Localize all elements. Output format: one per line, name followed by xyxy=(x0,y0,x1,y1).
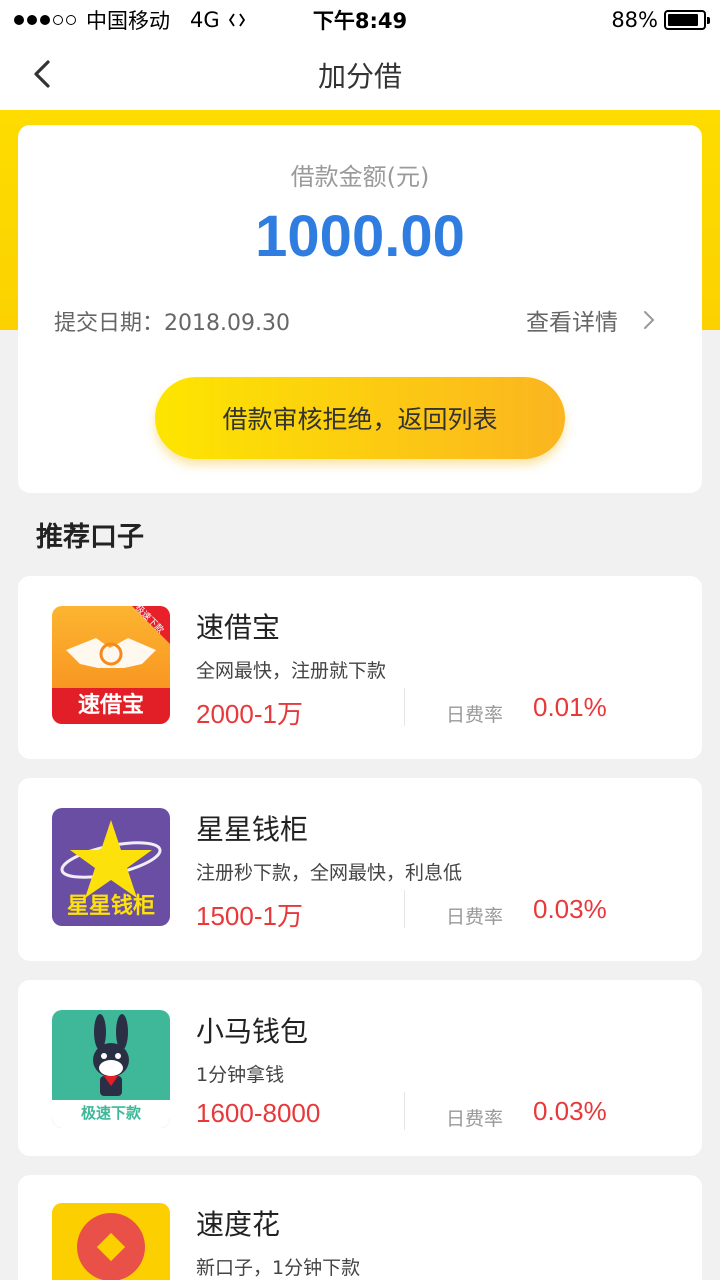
divider xyxy=(404,1092,405,1130)
loan-amount-label: 借款金额(元) xyxy=(290,163,430,191)
logo-text: 星星钱柜 xyxy=(66,894,155,919)
daily-rate-value: 0.03% xyxy=(533,894,607,924)
chevron-right-icon xyxy=(644,311,655,329)
loan-card: 借款金额(元) 1000.00 提交日期：2018.09.30 查看详情 借款审… xyxy=(18,125,702,493)
product-amount-range: 2000-1万 xyxy=(196,699,303,729)
daily-rate-value: 0.03% xyxy=(533,1096,607,1126)
logo-text: 速借宝 xyxy=(77,693,144,718)
product-card[interactable]: 极速下款 小马钱包 1分钟拿钱 1600-8000 日费率 0.03% xyxy=(18,980,702,1156)
divider xyxy=(404,890,405,928)
daily-rate-label: 日费率 xyxy=(446,1108,504,1130)
view-details-label: 查看详情 xyxy=(526,310,618,336)
product-name: 小马钱包 xyxy=(196,1015,309,1048)
product-card[interactable]: 极速下款 速借宝 速借宝 全网最快，注册就下款 2000-1万 日费率 0.01… xyxy=(18,576,702,759)
signal-strength-icon xyxy=(14,15,76,25)
product-desc: 1分钟拿钱 xyxy=(196,1064,285,1086)
product-name: 星星钱柜 xyxy=(196,813,309,846)
battery-fill xyxy=(668,14,698,26)
view-details-link[interactable]: 查看详情 xyxy=(526,303,656,337)
recommend-section-title: 推荐口子 xyxy=(36,522,144,553)
return-to-list-button[interactable]: 借款审核拒绝，返回列表 xyxy=(155,377,565,459)
daily-rate-label: 日费率 xyxy=(446,906,504,928)
product-name: 速度花 xyxy=(196,1208,281,1241)
carrier-name: 中国移动 xyxy=(86,9,170,33)
daily-rate-value: 0.01% xyxy=(533,692,607,722)
status-left: 中国移动 4G xyxy=(14,5,246,35)
daily-rate-label: 日费率 xyxy=(446,704,504,726)
product-name: 速借宝 xyxy=(196,611,281,644)
nav-bar: 加分借 xyxy=(0,40,720,110)
battery-percent: 88% xyxy=(611,8,658,32)
xingxing-logo: 星星钱柜 xyxy=(52,808,170,926)
activity-icon xyxy=(228,13,245,27)
status-right: 88% xyxy=(611,8,710,32)
sududhua-logo xyxy=(52,1203,170,1280)
product-amount-range: 1500-1万 xyxy=(196,901,303,931)
chevron-left-icon[interactable] xyxy=(26,56,62,92)
coin-icon xyxy=(77,1213,145,1280)
battery-icon xyxy=(664,10,710,30)
status-time: 下午8:49 xyxy=(312,9,408,33)
product-desc: 注册秒下款，全网最快，利息低 xyxy=(196,862,463,884)
product-desc: 全网最快，注册就下款 xyxy=(196,660,387,682)
product-desc: 新口子，1分钟下款 xyxy=(196,1257,361,1279)
logo-text: 极速下款 xyxy=(80,1104,141,1122)
sujiebao-logo: 极速下款 速借宝 xyxy=(52,606,170,724)
product-amount-range: 1600-8000 xyxy=(196,1098,321,1128)
submit-date: 提交日期：2018.09.30 xyxy=(54,311,290,336)
network-type: 4G xyxy=(190,8,220,32)
product-card[interactable]: 星星钱柜 星星钱柜 注册秒下款，全网最快，利息低 1500-1万 日费率 0.0… xyxy=(18,778,702,961)
loan-amount: 1000.00 xyxy=(255,204,465,269)
page-title: 加分借 xyxy=(317,60,402,93)
divider xyxy=(404,688,405,726)
xiaoma-logo: 极速下款 xyxy=(52,1010,170,1128)
status-bar: 中国移动 4G 下午8:49 88% xyxy=(0,0,720,40)
product-card[interactable]: 速度花 新口子，1分钟下款 xyxy=(18,1175,702,1280)
